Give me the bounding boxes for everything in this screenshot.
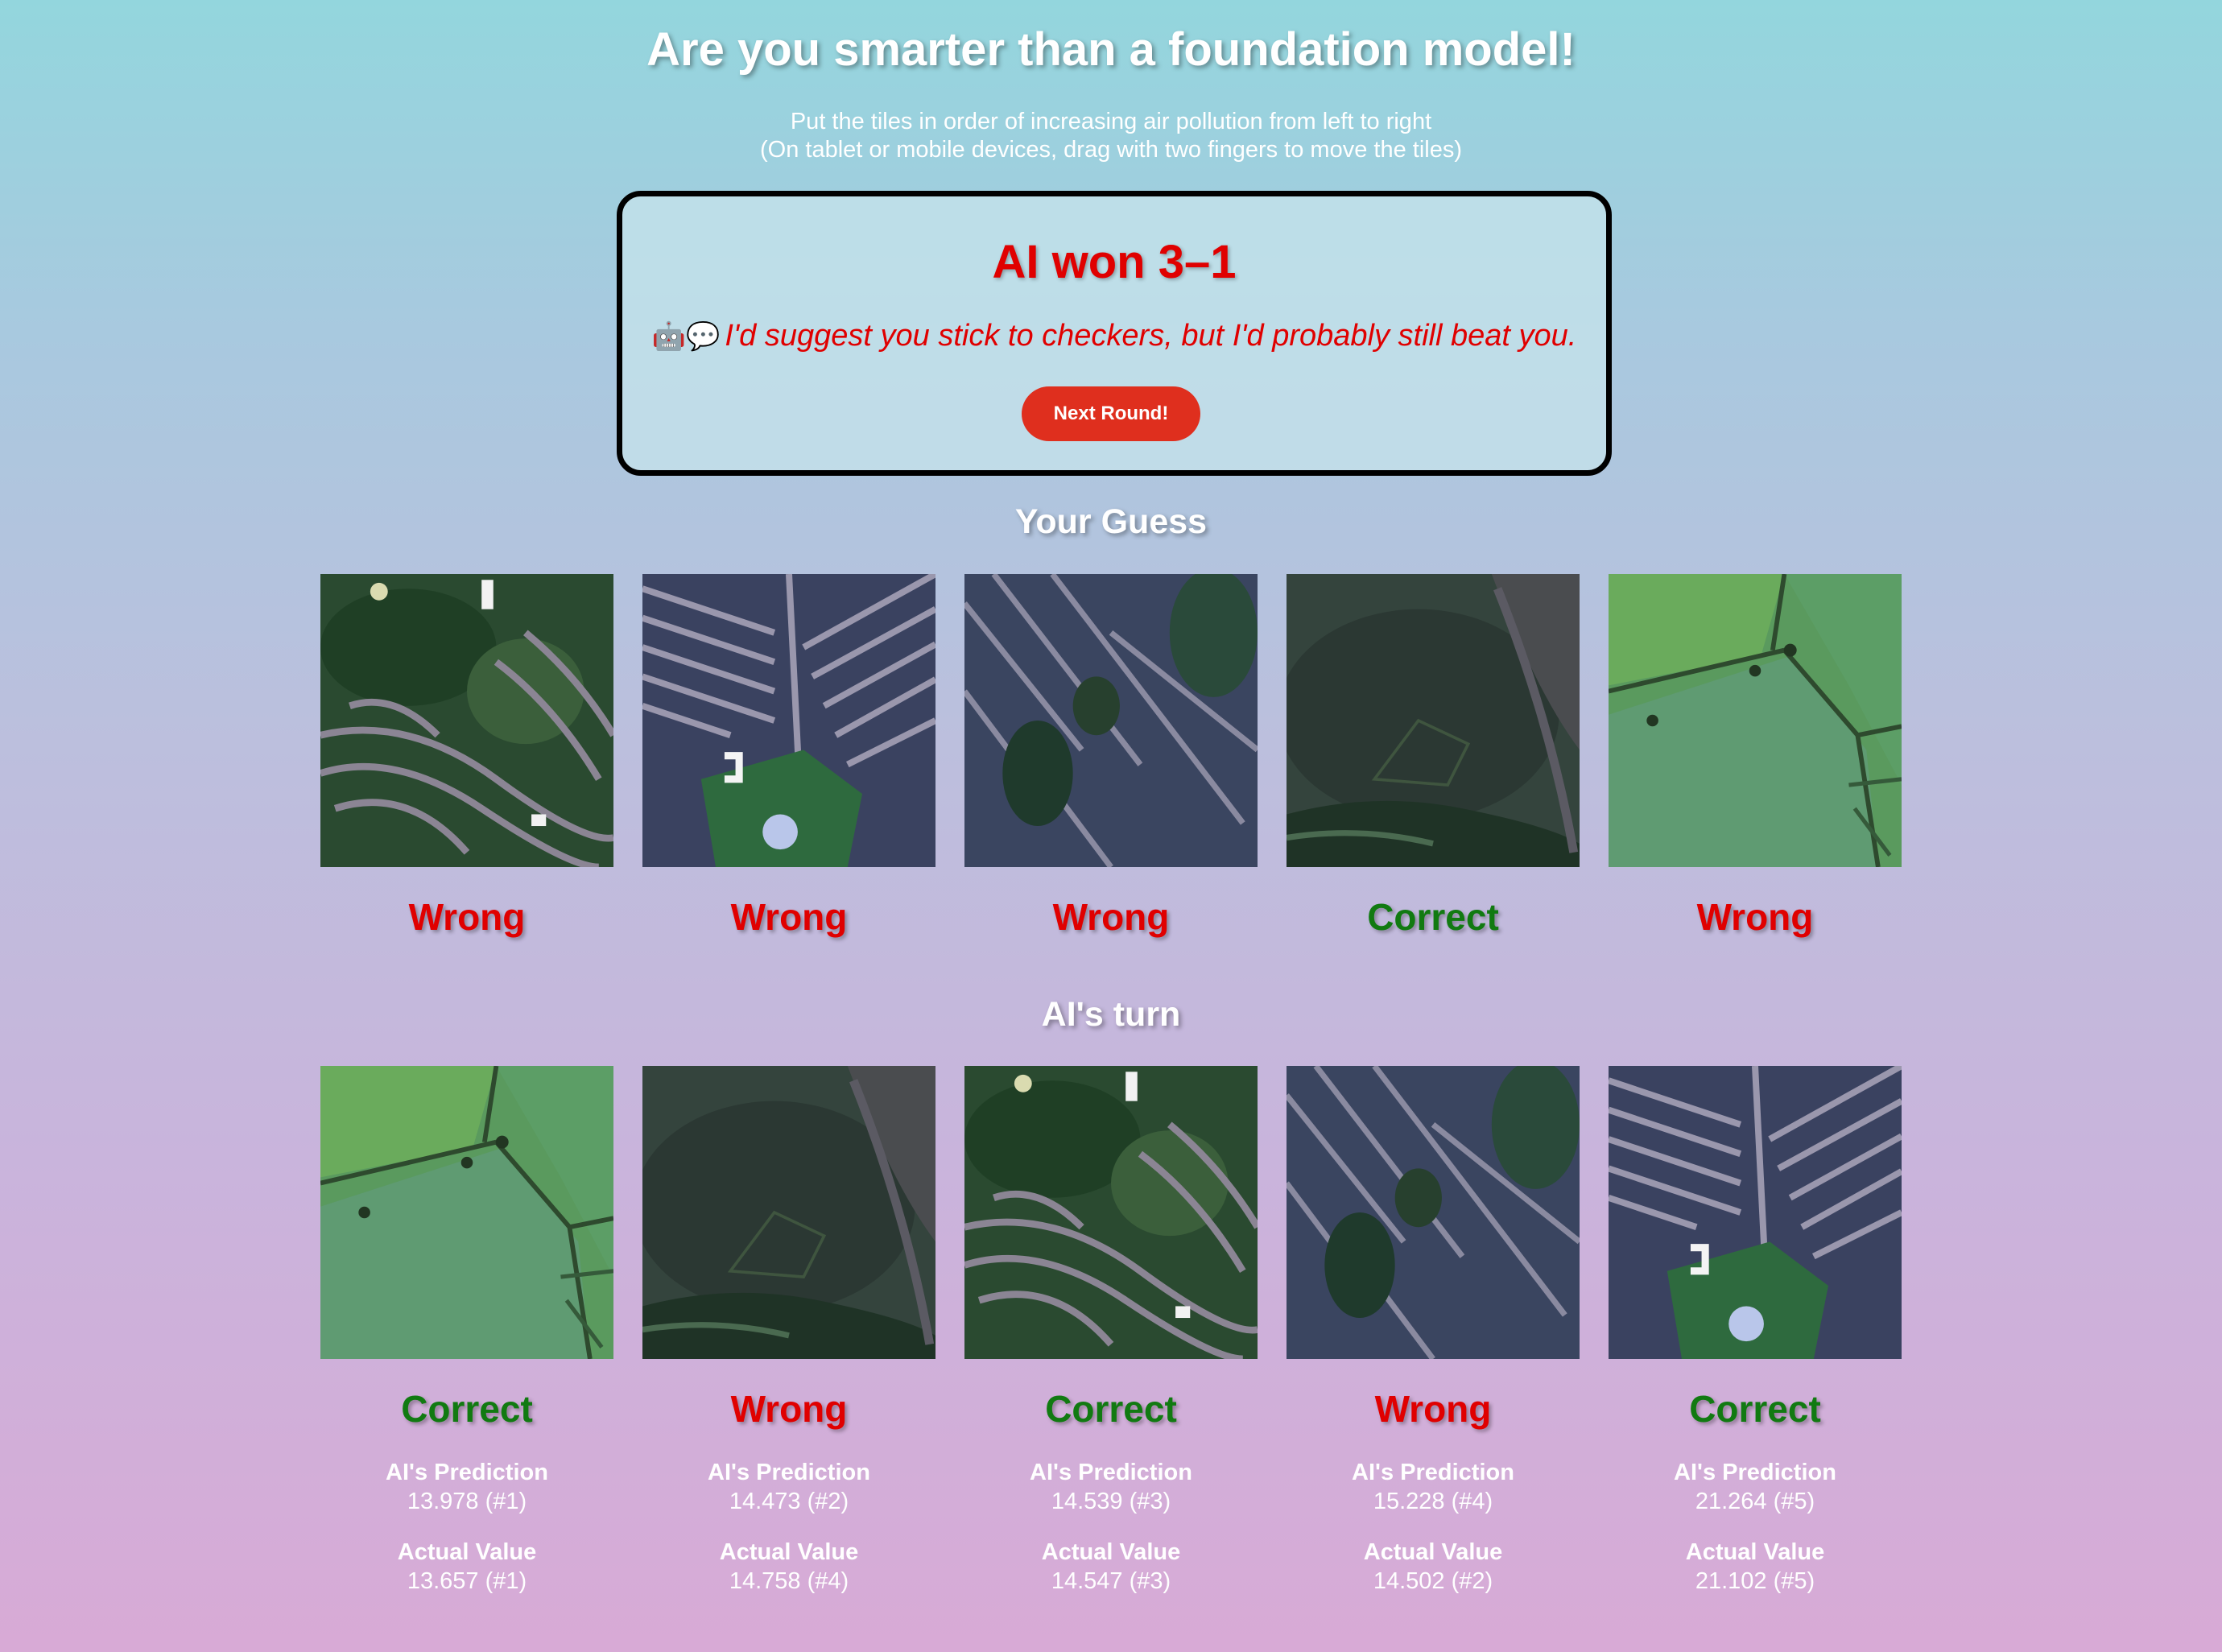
- prediction-value: 15.228 (#4): [1373, 1489, 1493, 1514]
- ai-verdict-2: Wrong: [730, 1388, 848, 1430]
- ai-verdict-4: Wrong: [1374, 1388, 1492, 1430]
- guess-verdict-1: Wrong: [408, 896, 526, 938]
- your-guess-tiles: [0, 574, 2222, 867]
- ai-taunt: 🤖💬 I'd suggest you stick to checkers, but…: [622, 319, 1606, 353]
- instructions-line-2: (On tablet or mobile devices, drag with …: [760, 137, 1462, 163]
- ai-tile-1: [320, 1066, 613, 1359]
- satellite-image: [1287, 1066, 1580, 1359]
- guess-verdict-2: Wrong: [730, 896, 848, 938]
- satellite-image: [964, 574, 1258, 867]
- actual-value-4: Actual Value 14.502 (#2): [1272, 1538, 1594, 1596]
- prediction-label: AI's Prediction: [708, 1460, 870, 1485]
- actual-value: 14.547 (#3): [1051, 1568, 1171, 1594]
- prediction-value: 21.264 (#5): [1695, 1489, 1815, 1514]
- satellite-image: [1609, 574, 1902, 867]
- ai-tile-2: [642, 1066, 935, 1359]
- result-panel: AI won 3–1 🤖💬 I'd suggest you stick to ch…: [617, 191, 1612, 476]
- actual-value: 14.502 (#2): [1373, 1568, 1493, 1594]
- page-title: Are you smarter than a foundation model!: [646, 23, 1576, 76]
- actual-label: Actual Value: [1363, 1539, 1503, 1565]
- satellite-image: [1287, 574, 1580, 867]
- your-guess-heading: Your Guess: [1014, 502, 1208, 541]
- prediction-label: AI's Prediction: [1030, 1460, 1192, 1485]
- ai-prediction-4: AI's Prediction 15.228 (#4): [1272, 1458, 1594, 1516]
- guess-verdict-3: Wrong: [1052, 896, 1170, 938]
- guess-verdict-4: Correct: [1367, 896, 1499, 938]
- satellite-image: [320, 1066, 613, 1359]
- satellite-image: [320, 574, 613, 867]
- prediction-value: 13.978 (#1): [407, 1489, 527, 1514]
- satellite-image: [964, 1066, 1258, 1359]
- ai-tile-4: [1287, 1066, 1580, 1359]
- actual-label: Actual Value: [1685, 1539, 1825, 1565]
- ai-verdict-5: Correct: [1689, 1388, 1821, 1430]
- ai-verdict-1: Correct: [401, 1388, 533, 1430]
- actual-label: Actual Value: [1041, 1539, 1181, 1565]
- robot-speech-icon: 🤖💬: [651, 321, 721, 352]
- prediction-label: AI's Prediction: [1352, 1460, 1514, 1485]
- instructions: Put the tiles in order of increasing air…: [0, 108, 2222, 164]
- instructions-line-1: Put the tiles in order of increasing air…: [790, 109, 1432, 134]
- prediction-value: 14.473 (#2): [729, 1489, 849, 1514]
- ai-prediction-3: AI's Prediction 14.539 (#3): [950, 1458, 1272, 1516]
- ai-verdict-3: Correct: [1045, 1388, 1177, 1430]
- result-heading: AI won 3–1: [992, 236, 1237, 288]
- prediction-label: AI's Prediction: [1674, 1460, 1836, 1485]
- satellite-image: [1609, 1066, 1902, 1359]
- prediction-label: AI's Prediction: [386, 1460, 548, 1485]
- guess-tile-1[interactable]: [320, 574, 613, 867]
- prediction-value: 14.539 (#3): [1051, 1489, 1171, 1514]
- actual-value: 21.102 (#5): [1695, 1568, 1815, 1594]
- guess-tile-3[interactable]: [964, 574, 1258, 867]
- actual-value-2: Actual Value 14.758 (#4): [628, 1538, 950, 1596]
- ai-turn-heading: AI's turn: [1041, 995, 1181, 1034]
- ai-tile-3: [964, 1066, 1258, 1359]
- ai-tile-5: [1609, 1066, 1902, 1359]
- next-round-button[interactable]: Next Round!: [1022, 386, 1200, 441]
- ai-prediction-5: AI's Prediction 21.264 (#5): [1594, 1458, 1916, 1516]
- actual-label: Actual Value: [719, 1539, 859, 1565]
- ai-prediction-2: AI's Prediction 14.473 (#2): [628, 1458, 950, 1516]
- guess-tile-5[interactable]: [1609, 574, 1902, 867]
- guess-verdict-5: Wrong: [1696, 896, 1814, 938]
- actual-value: 13.657 (#1): [407, 1568, 527, 1594]
- ai-taunt-text: I'd suggest you stick to checkers, but I…: [725, 319, 1577, 353]
- actual-value-1: Actual Value 13.657 (#1): [306, 1538, 628, 1596]
- actual-label: Actual Value: [397, 1539, 537, 1565]
- ai-prediction-1: AI's Prediction 13.978 (#1): [306, 1458, 628, 1516]
- actual-value-5: Actual Value 21.102 (#5): [1594, 1538, 1916, 1596]
- guess-tile-4[interactable]: [1287, 574, 1580, 867]
- actual-value-3: Actual Value 14.547 (#3): [950, 1538, 1272, 1596]
- actual-value: 14.758 (#4): [729, 1568, 849, 1594]
- ai-turn-tiles: [0, 1066, 2222, 1359]
- satellite-image: [642, 1066, 935, 1359]
- satellite-image: [642, 574, 935, 867]
- guess-tile-2[interactable]: [642, 574, 935, 867]
